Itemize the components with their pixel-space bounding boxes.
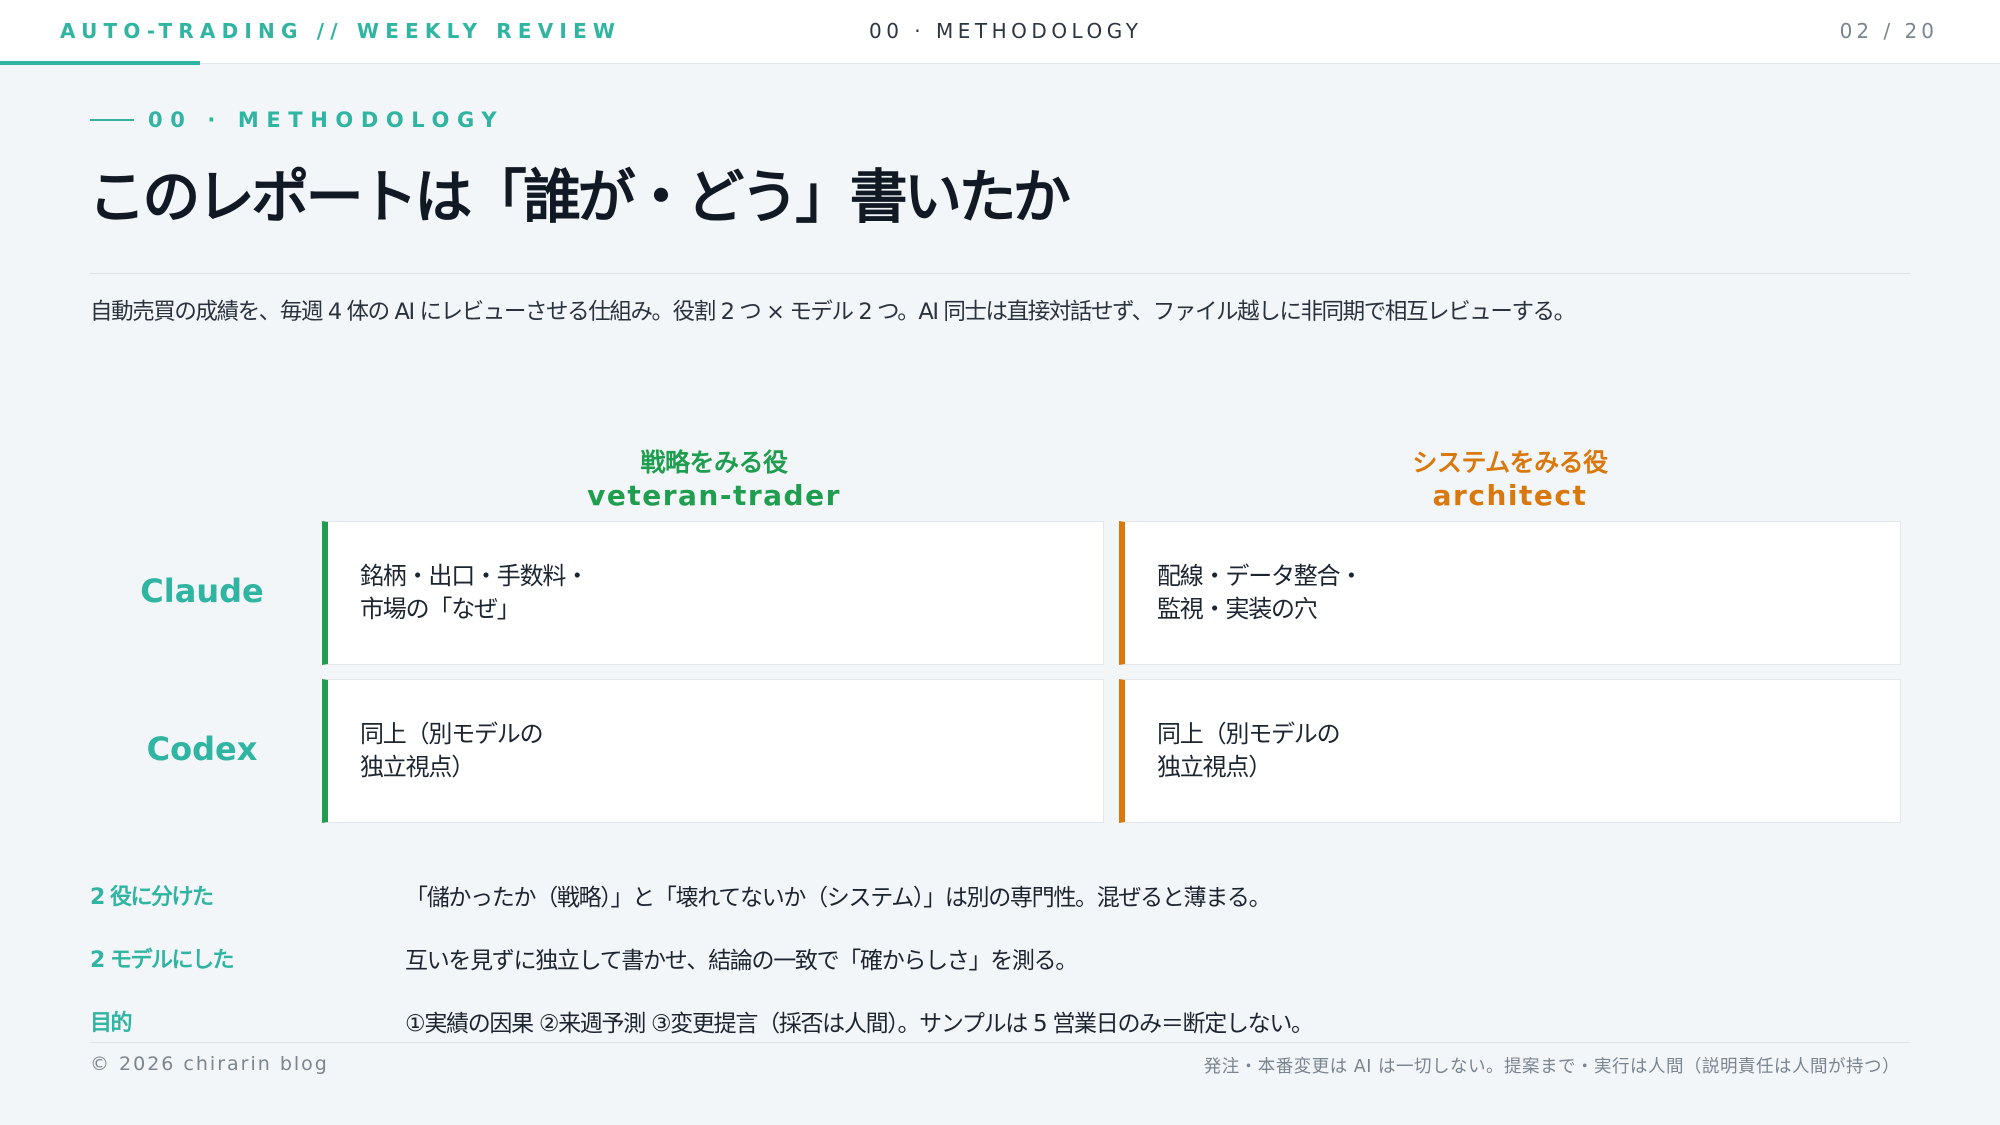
title-divider — [90, 273, 1910, 274]
note-text: 「儲かったか（戦略）」と「壊れてないか（システム）」は別の専門性。混ぜると薄まる… — [405, 885, 1272, 911]
matrix-cell-text: 同上（別モデルの 独立視点） — [360, 720, 544, 781]
progress-bar — [0, 61, 200, 65]
footer-disclaimer: 発注・本番変更は AI は一切しない。提案まで・実行は人間（説明責任は人間が持つ… — [1203, 1057, 1900, 1077]
footer-divider — [90, 1042, 1910, 1043]
eyebrow-rule — [90, 119, 134, 121]
column-header-jp: 戦略をみる役 — [640, 448, 788, 477]
column-header-en: architect — [1432, 479, 1588, 512]
row-header-claude: Claude — [140, 572, 264, 610]
section-label: 00 · METHODOLOGY — [869, 19, 1143, 43]
eyebrow: 00 · METHODOLOGY — [90, 106, 504, 134]
matrix-cell: 配線・データ整合・ 監視・実装の穴 — [1119, 521, 1901, 665]
note-label: 目的 — [90, 1011, 133, 1036]
matrix-cell-text: 銘柄・出口・手数料・ 市場の「なぜ」 — [360, 562, 589, 623]
note-label: 2 役に分けた — [90, 885, 214, 910]
eyebrow-label: 00 · METHODOLOGY — [148, 108, 505, 132]
matrix-cell: 銘柄・出口・手数料・ 市場の「なぜ」 — [322, 521, 1104, 665]
lead-text: 自動売買の成績を、毎週 4 体の AI にレビューさせる仕組み。役割 2 つ ×… — [90, 299, 1576, 325]
column-header-strategy: 戦略をみる役 veteran-trader — [324, 446, 1104, 512]
column-header-system: システムをみる役 architect — [1120, 446, 1900, 512]
column-header-en: veteran-trader — [587, 479, 841, 512]
page-title: このレポートは「誰が・どう」書いたか — [88, 163, 1071, 231]
note-label: 2 モデルにした — [90, 948, 234, 973]
column-header-jp: システムをみる役 — [1412, 448, 1608, 477]
page-counter: 02 / 20 — [1839, 19, 1938, 43]
matrix-cell: 同上（別モデルの 独立視点） — [1119, 679, 1901, 823]
row-header-codex: Codex — [146, 730, 258, 768]
matrix-cell: 同上（別モデルの 独立視点） — [322, 679, 1104, 823]
note-text: 互いを見ずに独立して書かせ、結論の一致で「確からしさ」を測る。 — [405, 948, 1078, 974]
copyright: © 2026 chirarin blog — [90, 1053, 329, 1075]
matrix-cell-text: 配線・データ整合・ 監視・実装の穴 — [1157, 562, 1363, 623]
top-bar: AUTO-TRADING // WEEKLY REVIEW 00 · METHO… — [0, 0, 2000, 64]
brand-label: AUTO-TRADING // WEEKLY REVIEW — [60, 19, 622, 43]
matrix-cell-text: 同上（別モデルの 独立視点） — [1157, 720, 1341, 781]
note-text: ①実績の因果 ②来週予測 ③変更提言（採否は人間）。サンプルは 5 営業日のみ＝… — [405, 1011, 1314, 1037]
